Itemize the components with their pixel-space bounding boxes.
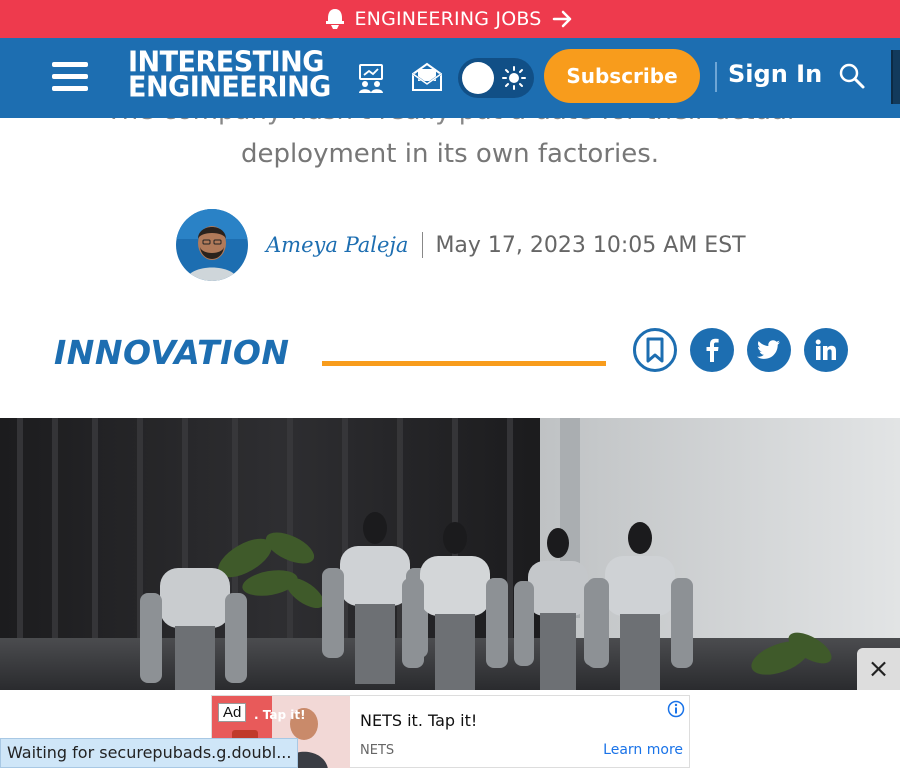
theme-toggle[interactable] (458, 58, 534, 98)
site-logo[interactable]: INTERESTING ENGINEERING (128, 48, 331, 104)
twitter-icon (757, 340, 780, 359)
category-underline (322, 361, 606, 366)
author-name-link[interactable]: Ameya Paleja (266, 233, 408, 257)
linkedin-share-button[interactable] (804, 328, 848, 372)
ad-learn-more-link[interactable]: Learn more (603, 742, 683, 758)
linkedin-icon (815, 339, 836, 360)
header-edge-element (891, 50, 900, 104)
close-icon: × (867, 654, 890, 684)
toggle-knob (462, 62, 494, 94)
subtitle-line-1: The company hasn't really put a date for… (60, 118, 840, 129)
logo-line-2: ENGINEERING (128, 71, 331, 104)
header-divider (715, 62, 717, 92)
article-byline: Ameya Paleja May 17, 2023 10:05 AM EST (176, 209, 746, 281)
site-header: INTERESTING ENGINEERING Subscribe Sign I… (0, 38, 900, 118)
ad-info-icon[interactable] (667, 700, 685, 718)
search-icon[interactable] (838, 62, 866, 90)
subscribe-button[interactable]: Subscribe (544, 49, 700, 103)
twitter-share-button[interactable] (747, 328, 791, 372)
ad-image-text: . Tap it! (254, 708, 306, 722)
menu-icon[interactable] (52, 62, 88, 92)
newsletter-icon[interactable] (410, 60, 444, 94)
article-subtitle: The company hasn't really put a date for… (0, 118, 900, 178)
ad-brand: NETS (360, 743, 395, 758)
arrow-right-icon (552, 10, 571, 28)
facebook-icon (706, 338, 719, 362)
webinar-icon[interactable] (354, 60, 388, 94)
bookmark-button[interactable] (633, 328, 677, 372)
close-ad-button[interactable]: × (857, 648, 900, 690)
publish-date: May 17, 2023 10:05 AM EST (435, 232, 746, 258)
article-hero-image (0, 418, 900, 690)
byline-separator (422, 232, 424, 258)
author-avatar[interactable] (176, 209, 248, 281)
category-label[interactable]: INNOVATION (54, 333, 290, 372)
subtitle-line-2: deployment in its own factories. (240, 139, 660, 169)
ad-tag: Ad (218, 703, 247, 722)
bookmark-icon (646, 337, 664, 363)
sign-in-link[interactable]: Sign In (728, 60, 822, 88)
sun-icon (502, 66, 526, 90)
ad-headline: NETS it. Tap it! (360, 711, 478, 730)
engineering-jobs-banner[interactable]: ENGINEERING JOBS (0, 0, 900, 38)
engineering-jobs-label: ENGINEERING JOBS (354, 8, 542, 30)
browser-status-bar: Waiting for securepubads.g.doubl... (0, 738, 298, 768)
hard-hat-icon (326, 9, 345, 29)
facebook-share-button[interactable] (690, 328, 734, 372)
